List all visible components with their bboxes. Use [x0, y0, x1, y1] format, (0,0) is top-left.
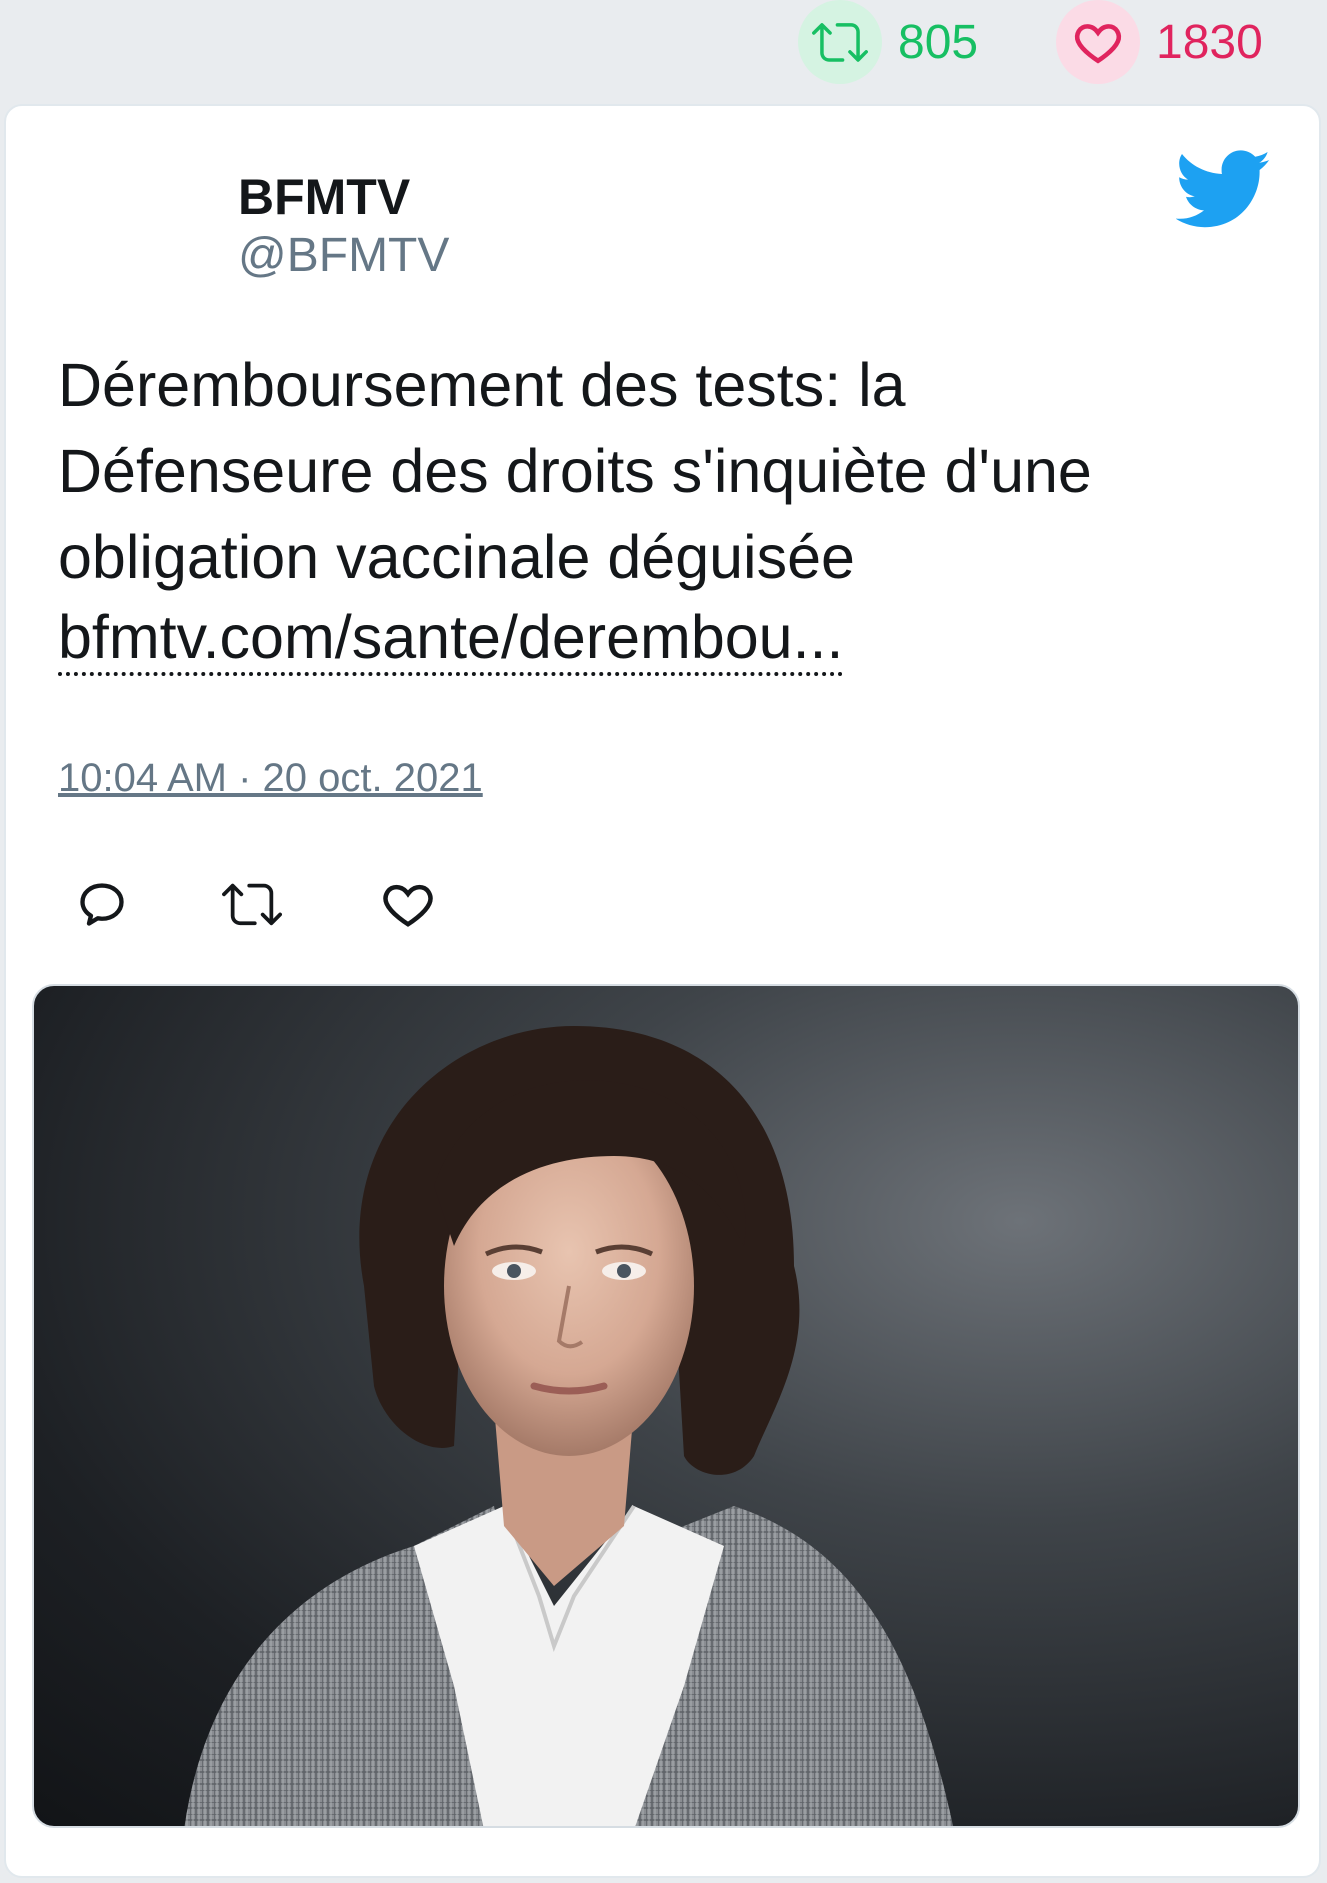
author-handle[interactable]: @BFMTV — [238, 228, 449, 283]
reply-button[interactable] — [72, 876, 132, 936]
retweet-count: 805 — [898, 15, 979, 69]
retweet-icon — [798, 0, 882, 84]
tweet-text-line: obligation vaccinale déguisée — [58, 523, 855, 591]
tweet-card: BFMTV @BFMTV Déremboursement des tests: … — [4, 104, 1321, 1878]
like-count-stat[interactable]: 1830 — [1056, 0, 1263, 84]
retweet-icon — [222, 874, 282, 939]
tweet-text-line: Défenseure des droits s'inquiète d'une — [58, 437, 1092, 505]
article-link[interactable]: bfmtv.com/sante/derembou... — [58, 602, 844, 676]
tweet-text-line: Déremboursement des tests: la — [58, 351, 906, 419]
like-count: 1830 — [1156, 15, 1263, 69]
tweet-photo[interactable] — [32, 984, 1300, 1828]
like-icon — [381, 877, 435, 936]
portrait-illustration — [184, 1026, 954, 1826]
reply-icon — [76, 878, 128, 935]
author-name[interactable]: BFMTV — [238, 168, 410, 226]
like-button[interactable] — [378, 876, 438, 936]
retweet-count-stat[interactable]: 805 — [798, 0, 978, 84]
twitter-bird-icon[interactable] — [1175, 150, 1272, 230]
heart-icon — [1056, 0, 1140, 84]
tweet-text: Déremboursement des tests: la Défenseure… — [58, 342, 1258, 600]
engagement-bar: 805 1830 — [0, 0, 1327, 104]
tweet-timestamp[interactable]: 10:04 AM · 20 oct. 2021 — [58, 756, 483, 801]
retweet-button[interactable] — [222, 876, 282, 936]
